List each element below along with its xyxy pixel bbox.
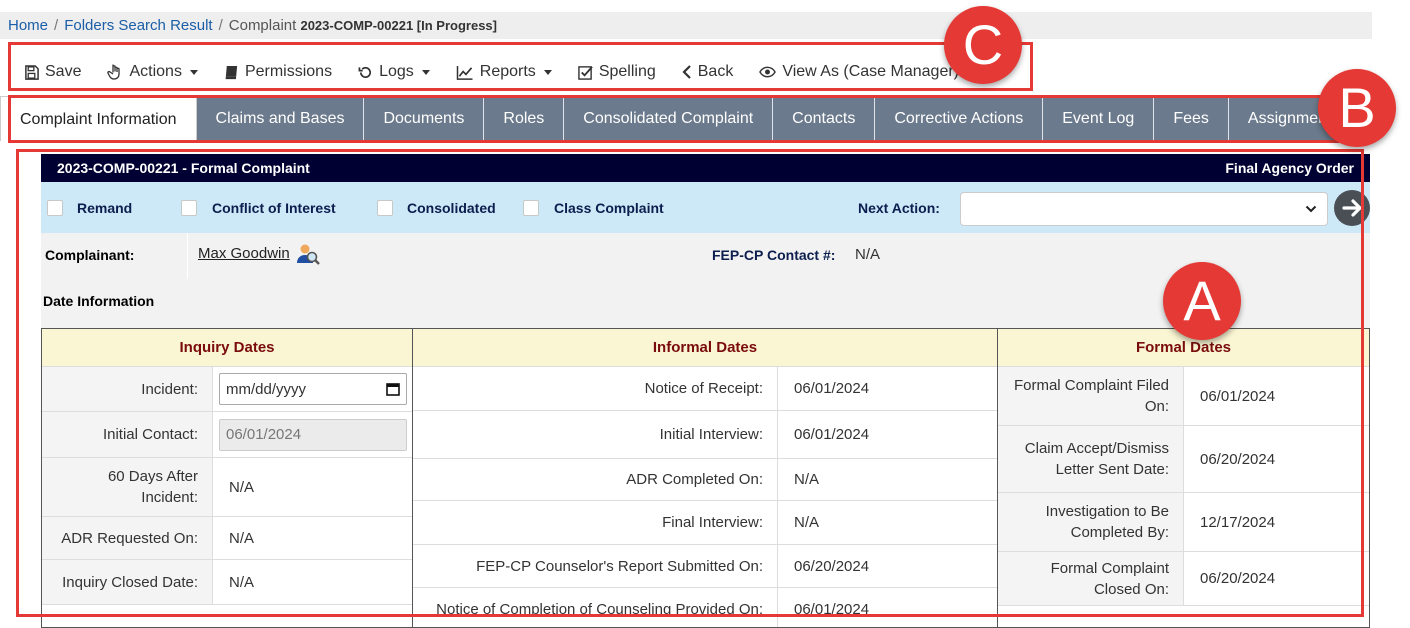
annotation-badge-c: C	[944, 6, 1022, 84]
annotation-box-b	[8, 95, 1370, 143]
breadcrumb: Home / Folders Search Result / Complaint 202…	[0, 12, 1372, 39]
breadcrumb-home-link[interactable]: Home	[8, 17, 48, 34]
breadcrumb-folders-link[interactable]: Folders Search Result	[64, 17, 212, 34]
breadcrumb-current-prefix: Complaint	[228, 17, 297, 34]
annotation-badge-b: B	[1318, 69, 1396, 147]
annotation-box-c	[8, 42, 1033, 91]
annotation-badge-a: A	[1163, 262, 1241, 340]
breadcrumb-current-id: 2023-COMP-00221 [In Progress]	[300, 18, 497, 33]
annotation-box-a	[16, 149, 1364, 617]
